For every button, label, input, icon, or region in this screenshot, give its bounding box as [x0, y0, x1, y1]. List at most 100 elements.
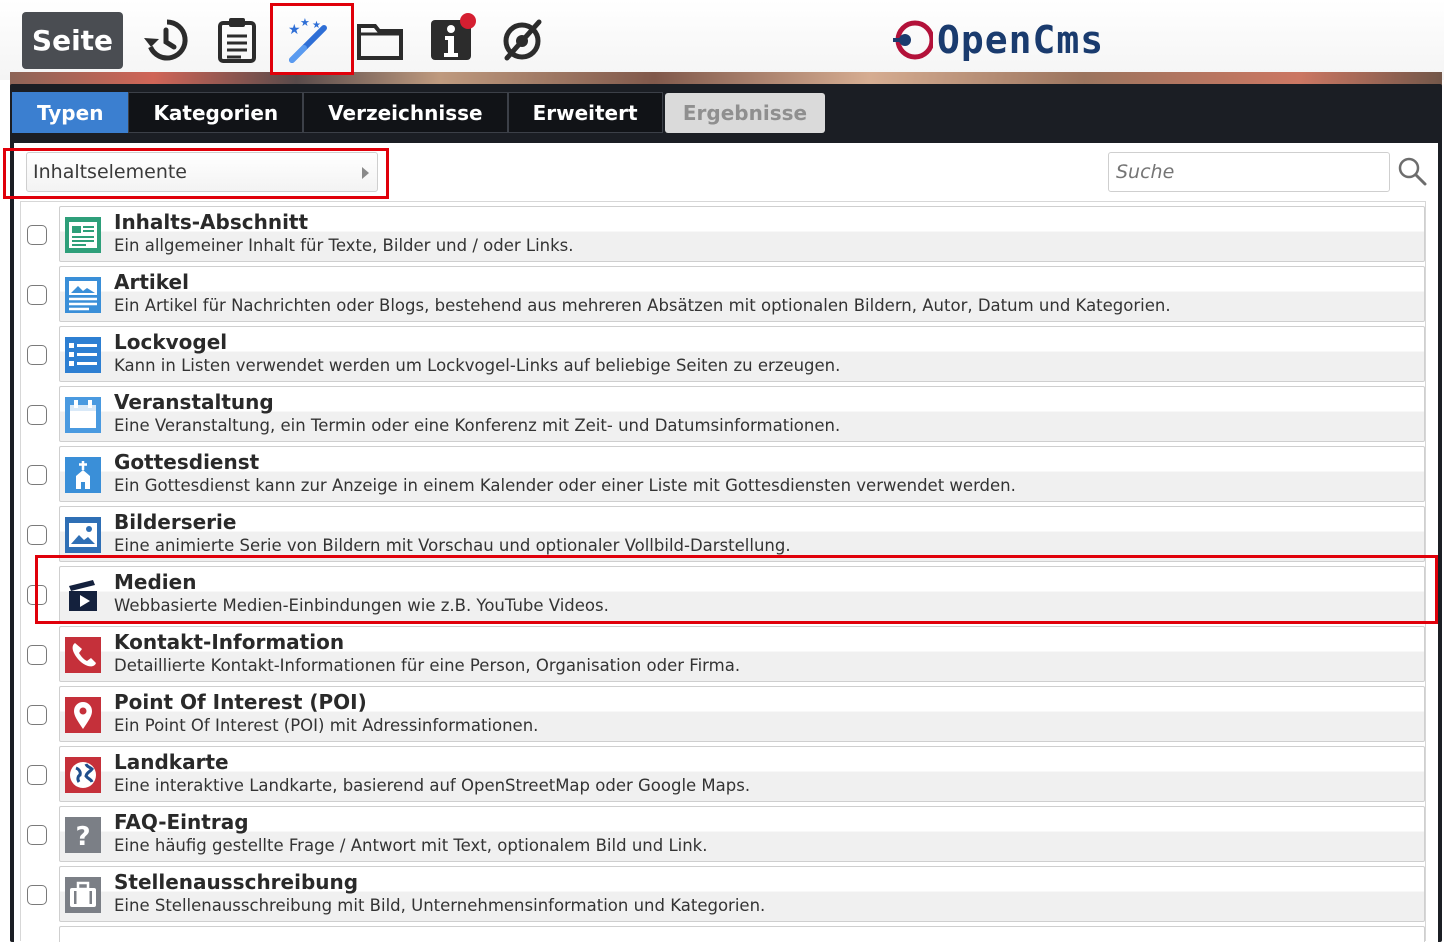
row-checkbox[interactable] — [27, 285, 47, 305]
calendar-icon — [64, 396, 102, 434]
list-item: Landkarte Eine interaktive Landkarte, ba… — [21, 742, 1425, 802]
row-checkbox[interactable] — [27, 705, 47, 725]
dialog-content: Inhaltselemente Inhalts-Abschnitt Ein al… — [14, 143, 1438, 942]
type-description: Ein Artikel für Nachrichten oder Blogs, … — [114, 296, 1171, 315]
article-icon — [64, 276, 102, 314]
type-description: Eine Veranstaltung, ein Termin oder eine… — [114, 416, 841, 435]
section-icon — [64, 216, 102, 254]
type-card[interactable] — [59, 926, 1425, 942]
tab-bar: Typen Kategorien Verzeichnisse Erweitert — [12, 92, 663, 134]
list-item: Gottesdienst Ein Gottesdienst kann zur A… — [21, 442, 1425, 502]
svg-text:★: ★ — [312, 20, 321, 31]
row-checkbox[interactable] — [27, 825, 47, 845]
row-checkbox[interactable] — [27, 645, 47, 665]
type-card[interactable]: Stellenausschreibung Eine Stellenausschr… — [59, 866, 1425, 922]
toolbar: Seite ★ ★ ★ OpenCms — [0, 0, 1444, 80]
type-title: Veranstaltung — [114, 390, 274, 414]
type-card[interactable]: ? FAQ-Eintrag Eine häufig gestellte Frag… — [59, 806, 1425, 862]
svg-text:?: ? — [75, 822, 90, 852]
type-card[interactable]: Landkarte Eine interaktive Landkarte, ba… — [59, 746, 1425, 802]
image-icon — [64, 516, 102, 554]
type-card[interactable]: Lockvogel Kann in Listen verwendet werde… — [59, 326, 1425, 382]
ergebnisse-button[interactable]: Ergebnisse — [665, 93, 825, 133]
church-icon — [64, 456, 102, 494]
list-item: Inhalts-Abschnitt Ein allgemeiner Inhalt… — [21, 202, 1425, 262]
list-item: Lockvogel Kann in Listen verwendet werde… — [21, 322, 1425, 382]
type-title: FAQ-Eintrag — [114, 810, 249, 834]
list-item: Kontakt-Information Detaillierte Kontakt… — [21, 622, 1425, 682]
list-item — [21, 922, 1425, 942]
type-title: Landkarte — [114, 750, 229, 774]
svg-text:★: ★ — [288, 22, 301, 38]
search-icon[interactable] — [1397, 156, 1427, 186]
svg-text:★: ★ — [300, 16, 310, 29]
type-description: Eine Stellenausschreibung mit Bild, Unte… — [114, 896, 766, 915]
row-checkbox[interactable] — [27, 345, 47, 365]
type-filter-select[interactable]: Inhaltselemente — [26, 152, 378, 192]
type-title: Artikel — [114, 270, 189, 294]
tab-typen[interactable]: Typen — [12, 92, 129, 133]
list-item: Veranstaltung Eine Veranstaltung, ein Te… — [21, 382, 1425, 442]
type-description: Eine interaktive Landkarte, basierend au… — [114, 776, 751, 795]
list-item: Point Of Interest (POI) Ein Point Of Int… — [21, 682, 1425, 742]
question-icon: ? — [64, 816, 102, 854]
phone-icon — [64, 636, 102, 674]
list-item: ? FAQ-Eintrag Eine häufig gestellte Frag… — [21, 802, 1425, 862]
row-checkbox[interactable] — [27, 885, 47, 905]
type-card[interactable]: Point Of Interest (POI) Ein Point Of Int… — [59, 686, 1425, 742]
type-description: Ein allgemeiner Inhalt für Texte, Bilder… — [114, 236, 574, 255]
tab-kategorien[interactable]: Kategorien — [128, 92, 304, 133]
type-description: Webbasierte Medien-Einbindungen wie z.B.… — [114, 596, 609, 615]
type-card[interactable]: Medien Webbasierte Medien-Einbindungen w… — [59, 566, 1425, 622]
list-item: Bilderserie Eine animierte Serie von Bil… — [21, 502, 1425, 562]
folder-icon[interactable] — [356, 16, 404, 64]
type-description: Detaillierte Kontakt-Informationen für e… — [114, 656, 741, 675]
notification-dot — [460, 13, 476, 29]
eye-slash-icon[interactable] — [499, 16, 547, 64]
type-card[interactable]: Veranstaltung Eine Veranstaltung, ein Te… — [59, 386, 1425, 442]
type-title: Gottesdienst — [114, 450, 260, 474]
type-card[interactable]: Bilderserie Eine animierte Serie von Bil… — [59, 506, 1425, 562]
list-icon — [64, 336, 102, 374]
briefcase-icon — [64, 876, 102, 914]
row-checkbox[interactable] — [27, 765, 47, 785]
list-item: Medien Webbasierte Medien-Einbindungen w… — [21, 562, 1425, 622]
type-title: Stellenausschreibung — [114, 870, 359, 894]
type-filter-value: Inhaltselemente — [33, 161, 187, 183]
globe-icon — [64, 756, 102, 794]
type-description: Eine animierte Serie von Bildern mit Vor… — [114, 536, 791, 555]
row-checkbox[interactable] — [27, 525, 47, 545]
search-input[interactable] — [1108, 152, 1390, 192]
media-icon — [64, 576, 102, 614]
type-title: Bilderserie — [114, 510, 237, 534]
type-card[interactable]: Artikel Ein Artikel für Nachrichten oder… — [59, 266, 1425, 322]
row-checkbox[interactable] — [27, 465, 47, 485]
row-checkbox[interactable] — [27, 585, 47, 605]
type-title: Lockvogel — [114, 330, 228, 354]
type-description: Ein Gottesdienst kann zur Anzeige in ein… — [114, 476, 1016, 495]
type-title: Medien — [114, 570, 197, 594]
type-title: Kontakt-Information — [114, 630, 345, 654]
row-checkbox[interactable] — [27, 225, 47, 245]
list-item: Stellenausschreibung Eine Stellenausschr… — [21, 862, 1425, 922]
type-description: Ein Point Of Interest (POI) mit Adressin… — [114, 716, 539, 735]
magic-wand-icon[interactable]: ★ ★ ★ — [284, 16, 332, 64]
seite-button[interactable]: Seite — [22, 12, 123, 69]
type-title: Inhalts-Abschnitt — [114, 210, 309, 234]
tab-erweitert[interactable]: Erweitert — [507, 92, 663, 133]
list-item: Artikel Ein Artikel für Nachrichten oder… — [21, 262, 1425, 322]
clipboard-icon[interactable] — [213, 16, 261, 64]
tab-verzeichnisse[interactable]: Verzeichnisse — [303, 92, 508, 133]
type-card[interactable]: Inhalts-Abschnitt Ein allgemeiner Inhalt… — [59, 206, 1425, 262]
type-description: Kann in Listen verwendet werden um Lockv… — [114, 356, 841, 375]
logo-text: OpenCms — [937, 18, 1105, 62]
map-marker-icon — [64, 696, 102, 734]
type-list: Inhalts-Abschnitt Ein allgemeiner Inhalt… — [20, 201, 1426, 942]
history-icon[interactable] — [141, 16, 189, 64]
add-content-dialog: Typen Kategorien Verzeichnisse Erweitert… — [10, 84, 1442, 942]
row-checkbox[interactable] — [27, 405, 47, 425]
type-description: Eine häufig gestellte Frage / Antwort mi… — [114, 836, 708, 855]
type-card[interactable]: Gottesdienst Ein Gottesdienst kann zur A… — [59, 446, 1425, 502]
type-card[interactable]: Kontakt-Information Detaillierte Kontakt… — [59, 626, 1425, 682]
logo-mark-icon — [893, 20, 933, 60]
